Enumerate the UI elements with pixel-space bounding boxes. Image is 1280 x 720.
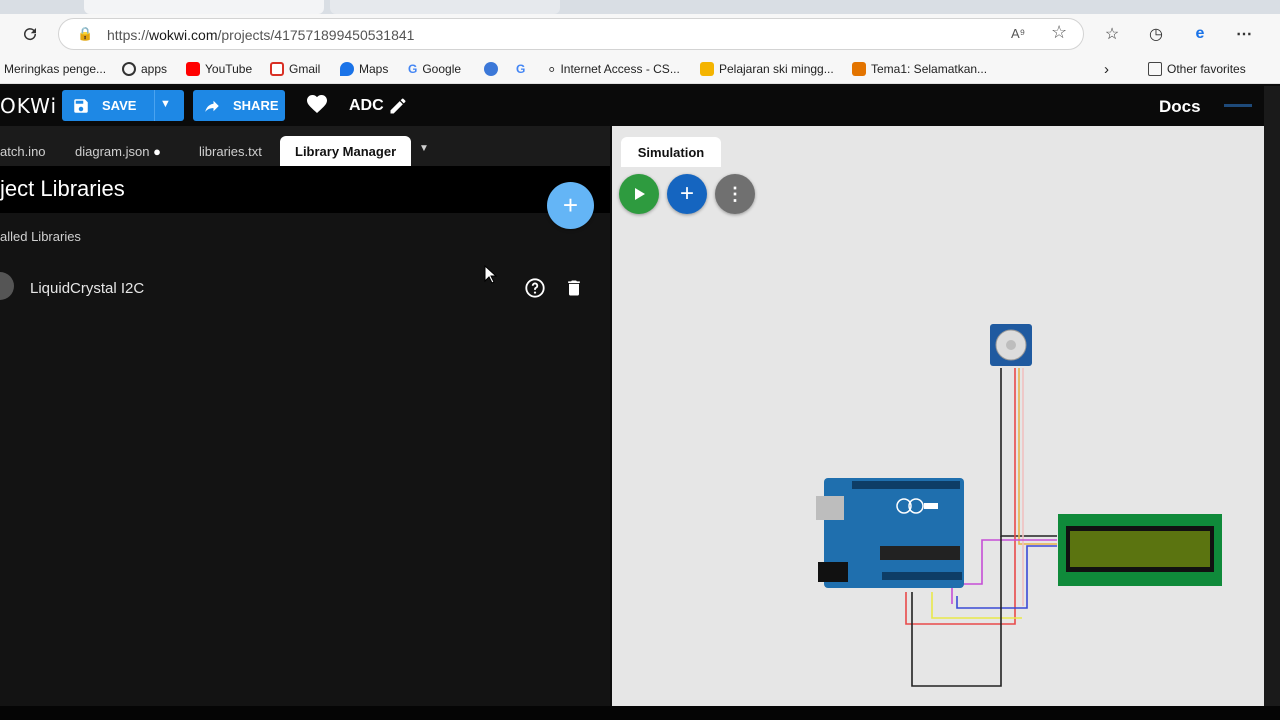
bookmark-item[interactable]: G Google [408,60,461,78]
bookmark-item[interactable]: Tema1: Selamatkan... [852,60,987,78]
circuit-diagram [816,324,1222,687]
browser-tab-active[interactable] [84,0,324,14]
classroom-icon [700,62,714,76]
tab-libraries-txt[interactable]: libraries.txt [199,144,262,159]
bottom-bar [0,706,1280,720]
bookmark-item[interactable]: Maps [340,60,388,78]
bookmark-item[interactable]: YouTube [186,60,252,78]
more-menu-icon[interactable]: ⋯ [1230,20,1258,48]
trash-icon[interactable] [564,278,584,303]
installed-libraries-heading: alled Libraries [0,229,81,244]
bookmarks-bar: Meringkas penge... apps YouTube Gmail Ma… [0,54,1280,84]
address-bar-row: 🔒 https://wokwi.com/projects/41757189945… [0,14,1280,54]
read-aloud-icon[interactable]: A⁹ [1011,26,1025,41]
library-avatar-icon [0,272,14,300]
lcd-1602[interactable] [1058,514,1222,586]
file-tabs: atch.ino diagram.json ● libraries.txt Li… [0,126,610,166]
bookmark-item[interactable]: Gmail [270,60,320,78]
wokwi-header: OKWi SAVE ▼ SHARE ADC Docs [0,86,1264,126]
plus-icon: + [562,190,579,220]
help-icon[interactable] [524,277,546,304]
bookmark-item[interactable]: Pelajaran ski mingg... [700,60,834,78]
tabs-dropdown-icon[interactable]: ▼ [419,143,429,154]
wokwi-logo[interactable]: OKWi [0,94,57,118]
simulation-panel: Simulation + ⋮ [612,126,1264,706]
save-button[interactable]: SAVE ▼ [62,90,184,121]
refresh-icon[interactable] [16,20,44,48]
editor-panel: atch.ino diagram.json ● libraries.txt Li… [0,126,610,706]
share-arrow-icon [205,100,219,112]
folder-icon [1148,62,1162,76]
library-name: LiquidCrystal I2C [30,280,145,297]
history-icon[interactable]: ◷ [1142,20,1170,48]
potentiometer[interactable] [990,324,1032,366]
docs-link[interactable]: Docs [1159,97,1201,117]
favorites-icon[interactable]: ☆ [1098,20,1126,48]
user-menu[interactable] [1224,104,1252,107]
add-library-button[interactable]: + [547,182,594,229]
url-text: https://wokwi.com/projects/4175718994505… [107,27,415,43]
library-header: ject Libraries [0,166,610,213]
page-info-icon[interactable]: 🔒 [77,26,93,42]
project-name[interactable]: ADC [349,97,384,115]
gmail-icon [270,62,284,76]
mouse-cursor-icon [484,264,498,290]
edit-pencil-icon[interactable] [388,96,408,121]
tab-diagram-json[interactable]: diagram.json ● [75,144,161,159]
classroom-icon [852,62,866,76]
library-row[interactable]: LiquidCrystal I2C [0,268,610,308]
other-favorites[interactable]: Other favorites [1148,60,1246,78]
window-edge [1264,86,1280,706]
bookmark-item[interactable]: apps [122,60,167,78]
youtube-icon [186,62,200,76]
bookmark-item[interactable] [484,60,498,78]
share-button[interactable]: SHARE [193,90,285,121]
globe-icon [122,62,136,76]
bookmark-item[interactable]: G [516,60,525,78]
edge-collections-icon[interactable]: e [1186,20,1214,48]
google-icon: G [516,62,526,76]
floppy-icon [74,98,88,113]
heart-icon[interactable] [305,92,329,121]
browser-tab-strip [0,0,1280,14]
bookmark-item[interactable]: ⸰ Internet Access - CS... [548,60,680,78]
tab-sketch-ino[interactable]: atch.ino [0,144,46,159]
arduino-uno[interactable] [816,478,964,588]
bookmark-item[interactable]: Meringkas penge... [4,60,106,78]
page-title: ject Libraries [0,176,125,201]
star-icon[interactable]: ☆ [1051,22,1067,43]
unsaved-dot-icon: ● [153,144,161,159]
google-icon: G [408,62,418,76]
browser-tab[interactable] [330,0,560,14]
app-icon [484,62,498,76]
caret-down-icon[interactable]: ▼ [160,98,171,110]
url-field[interactable]: 🔒 https://wokwi.com/projects/41757189945… [58,18,1084,50]
antenna-icon: ⸰ [548,62,556,77]
chevron-right-icon[interactable]: › [1104,60,1109,78]
maps-icon [340,62,354,76]
tab-library-manager[interactable]: Library Manager [280,136,412,166]
